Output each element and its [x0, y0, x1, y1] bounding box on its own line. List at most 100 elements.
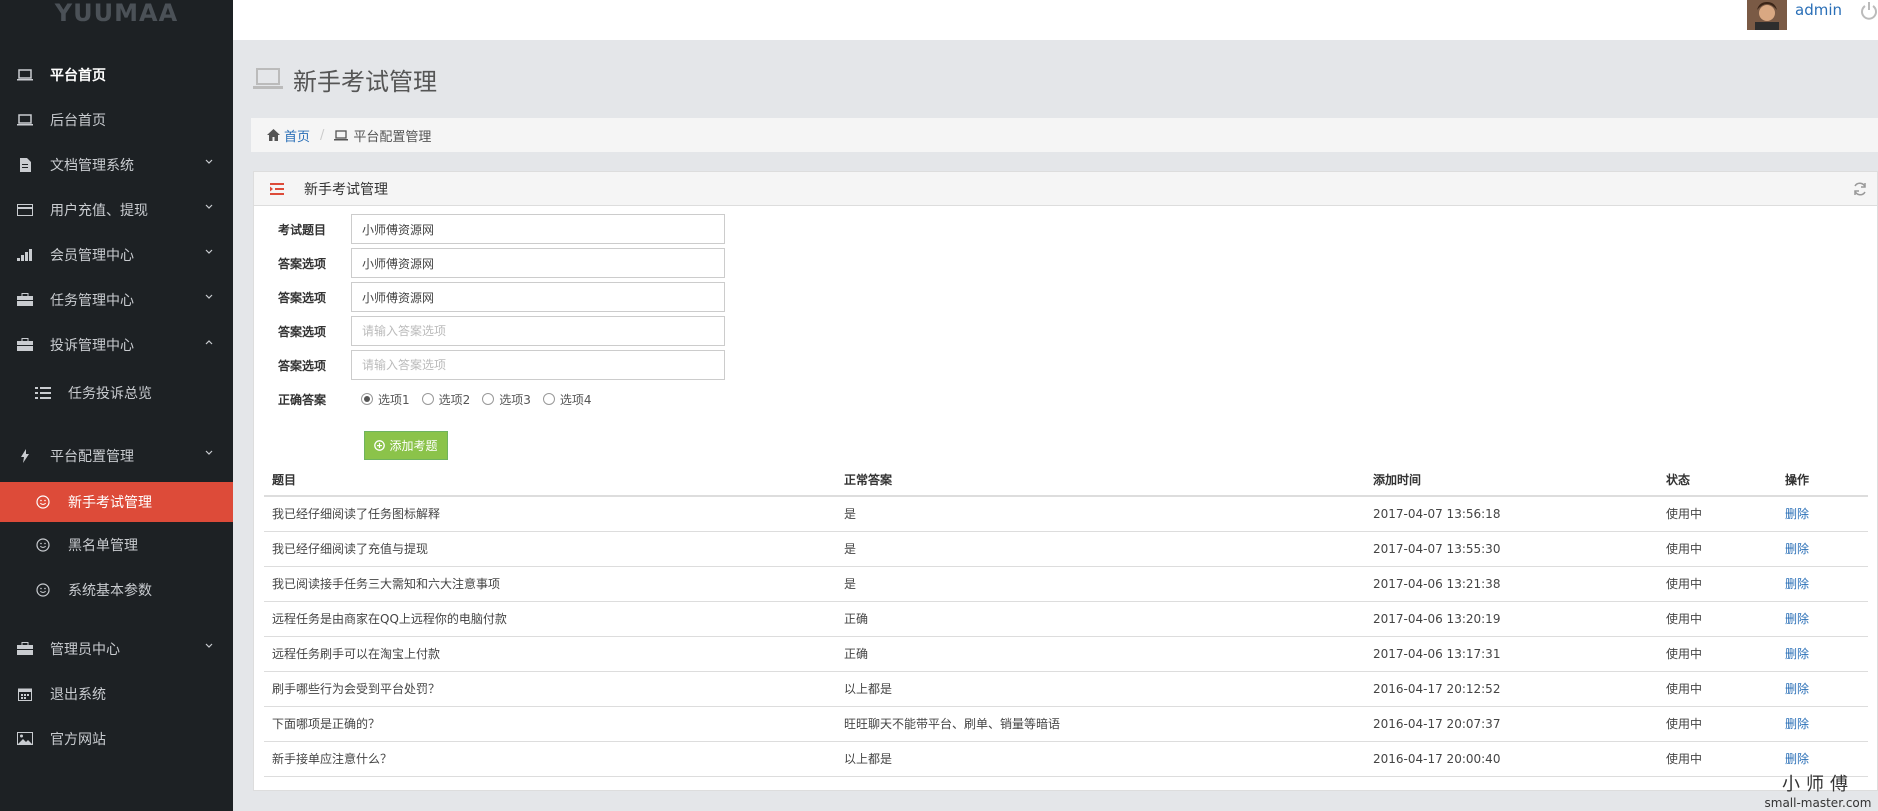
sidebar: YUUMAA 平台首页 后台首页 文档管理系统 用户充值、提现 会员管理中心 任… [0, 0, 233, 811]
cell-answer: 旺旺聊天不能带平台、刷单、销量等暗语 [836, 706, 1365, 742]
table-row: 我已经仔细阅读了任务图标解释是 2017-04-07 13:56:18 使用中 删除 [264, 496, 1868, 532]
sidebar-item-newbie-exam[interactable]: 新手考试管理 [0, 482, 233, 522]
table-row: 刷手哪些行为会受到平台处罚？ 以上都是 2016-04-17 20:12:52 使用中… [264, 671, 1868, 707]
sidebar-item-complaint-overview[interactable]: 任务投诉总览 [0, 367, 233, 419]
cell-actions: 删除 [1777, 671, 1868, 707]
column-header-actions: 操作 [1777, 464, 1868, 497]
sidebar-item-members[interactable]: 会员管理中心 [0, 232, 233, 277]
sidebar-item-label: 平台配置管理 [50, 448, 134, 465]
radio-option-1[interactable]: 选项1 [361, 391, 410, 408]
bolt-icon [16, 448, 34, 463]
radio-button[interactable] [542, 393, 555, 405]
calendar-icon [16, 687, 34, 701]
sidebar-item-platform-config[interactable]: 平台配置管理 [0, 433, 233, 478]
cell-status: 使用中 [1658, 671, 1777, 707]
delete-link[interactable]: 删除 [1785, 717, 1809, 731]
option-label: 答案选项 [278, 256, 327, 271]
chevron-down-icon [205, 204, 213, 209]
breadcrumb-home-link[interactable]: 首页 [284, 126, 310, 145]
username[interactable]: admin [1795, 1, 1842, 19]
add-question-label: 添加考题 [389, 439, 438, 453]
option-2-input[interactable] [351, 282, 725, 312]
column-header-answer: 正常答案 [836, 464, 1365, 497]
sidebar-item-label: 会员管理中心 [50, 247, 134, 264]
sidebar-item-label: 新手考试管理 [68, 495, 152, 511]
sidebar-item-platform-home[interactable]: 平台首页 [0, 52, 233, 97]
sidebar-item-recharge[interactable]: 用户充值、提现 [0, 187, 233, 232]
question-input[interactable] [351, 214, 725, 244]
cell-answer: 正确 [836, 636, 1365, 672]
topbar [233, 0, 1878, 40]
delete-link[interactable]: 删除 [1785, 682, 1809, 696]
watermark-url: small-master.com [1764, 796, 1872, 810]
chevron-down-icon [205, 294, 213, 299]
chevron-down-icon [205, 450, 213, 455]
chevron-down-icon [205, 249, 213, 254]
column-header-time: 添加时间 [1365, 464, 1658, 497]
laptop-icon [334, 129, 349, 140]
cell-status: 使用中 [1658, 566, 1777, 602]
table-header-row: 题目 正常答案 添加时间 状态 操作 [264, 464, 1868, 497]
sidebar-item-docs[interactable]: 文档管理系统 [0, 142, 233, 187]
smile-icon [34, 537, 52, 552]
column-header-question: 题目 [264, 464, 836, 497]
radio-option-3[interactable]: 选项3 [482, 391, 531, 408]
cell-answer: 是 [836, 531, 1365, 567]
delete-link[interactable]: 删除 [1785, 647, 1809, 661]
power-icon[interactable] [1860, 2, 1878, 20]
radio-button[interactable] [361, 393, 373, 405]
refresh-icon[interactable] [1853, 182, 1867, 196]
sidebar-item-system-params[interactable]: 系统基本参数 [0, 567, 233, 612]
cell-status: 使用中 [1658, 741, 1777, 777]
cell-status: 使用中 [1658, 706, 1777, 742]
cell-time: 2017-04-07 13:55:30 [1365, 531, 1658, 567]
delete-link[interactable]: 删除 [1785, 577, 1809, 591]
cell-answer: 是 [836, 496, 1365, 532]
cell-actions: 删除 [1777, 601, 1868, 637]
delete-link[interactable]: 删除 [1785, 507, 1809, 521]
cell-question: 我已经仔细阅读了任务图标解释 [264, 496, 836, 532]
form-row-option-4: 答案选项 [254, 348, 1877, 382]
sidebar-item-label: 用户充值、提现 [50, 202, 148, 219]
sidebar-item-admin-center[interactable]: 管理员中心 [0, 626, 233, 671]
exam-panel: 新手考试管理 考试题目 答案选项 答案选项 答案选项 答案选项 正确答案 选项1 [253, 171, 1878, 791]
indent-list-icon [270, 182, 284, 195]
sidebar-item-logout[interactable]: 退出系统 [0, 671, 233, 716]
radio-button[interactable] [421, 393, 434, 405]
delete-link[interactable]: 删除 [1785, 752, 1809, 766]
sidebar-item-blacklist[interactable]: 黑名单管理 [0, 522, 233, 567]
cell-time: 2016-04-17 20:07:37 [1365, 706, 1658, 742]
credit-card-icon [16, 203, 34, 217]
form-row-question: 考试题目 [254, 212, 1877, 246]
cell-actions: 删除 [1777, 531, 1868, 567]
sidebar-item-admin-home[interactable]: 后台首页 [0, 97, 233, 142]
radio-option-2[interactable]: 选项2 [421, 391, 470, 408]
radio-label: 选项1 [378, 392, 410, 407]
form-row-option-1: 答案选项 [254, 246, 1877, 280]
delete-link[interactable]: 删除 [1785, 542, 1809, 556]
sidebar-item-official-site[interactable]: 官方网站 [0, 716, 233, 761]
sidebar-item-complaints[interactable]: 投诉管理中心 [0, 322, 233, 367]
watermark-text: 小师傅 [1782, 774, 1854, 795]
sidebar-item-label: 退出系统 [50, 686, 106, 703]
sidebar-item-label: 黑名单管理 [68, 537, 138, 554]
delete-link[interactable]: 删除 [1785, 612, 1809, 626]
cell-time: 2017-04-06 13:20:19 [1365, 601, 1658, 637]
radio-button[interactable] [482, 393, 495, 405]
chevron-down-icon [205, 643, 213, 648]
cell-time: 2017-04-06 13:17:31 [1365, 636, 1658, 672]
sidebar-menu: 平台首页 后台首页 文档管理系统 用户充值、提现 会员管理中心 任务管理中心 投… [0, 52, 233, 761]
option-4-input[interactable] [351, 350, 725, 380]
sidebar-item-tasks[interactable]: 任务管理中心 [0, 277, 233, 322]
cell-status: 使用中 [1658, 636, 1777, 672]
cell-question: 新手接单应注意什么？ [264, 741, 836, 777]
avatar[interactable] [1747, 0, 1787, 30]
option-3-input[interactable] [351, 316, 725, 346]
cell-status: 使用中 [1658, 531, 1777, 567]
cell-actions: 删除 [1777, 706, 1868, 742]
briefcase-icon [16, 293, 34, 307]
radio-option-4[interactable]: 选项4 [542, 391, 592, 408]
table-row: 下面哪项是正确的？ 旺旺聊天不能带平台、刷单、销量等暗语 2016-04-17 20… [264, 706, 1868, 742]
add-question-button[interactable]: 添加考题 [364, 431, 448, 460]
option-1-input[interactable] [351, 248, 725, 278]
